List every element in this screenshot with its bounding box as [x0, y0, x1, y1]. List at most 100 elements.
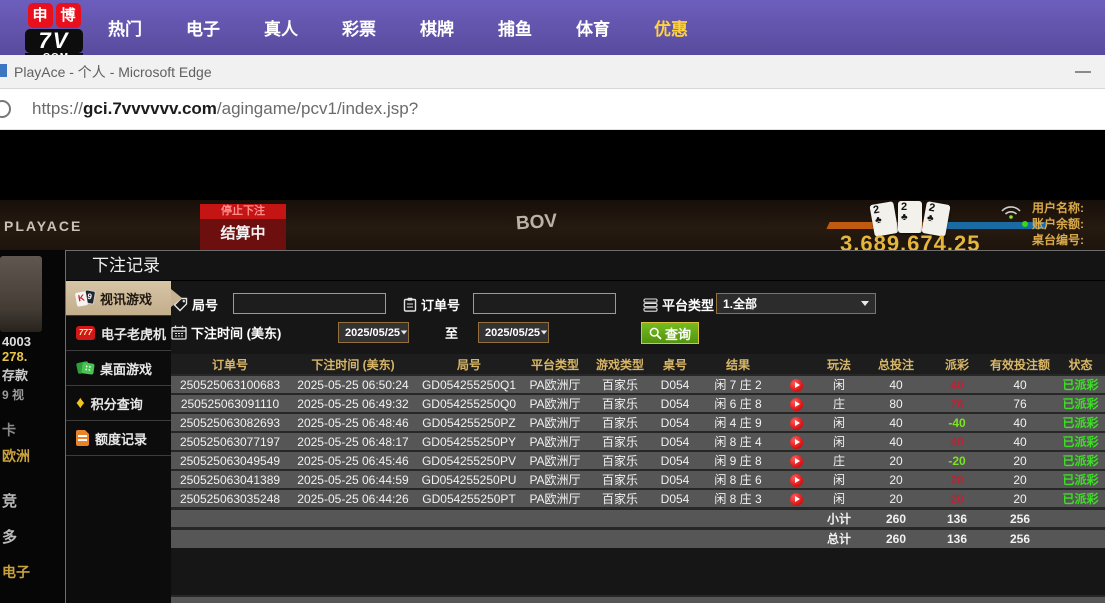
nav-item-hot[interactable]: 热门 — [108, 15, 142, 40]
date-from-select[interactable]: 2025/05/25 — [338, 322, 409, 343]
subtotal-label: 小计 — [815, 509, 863, 529]
order-number-input[interactable] — [473, 293, 616, 314]
cell-replay — [777, 394, 815, 413]
logo-badge-2: 博 — [56, 3, 81, 28]
bet-table-body: 250525063100683 2025-05-25 06:50:24 GD05… — [171, 375, 1105, 509]
cell-total: 40 — [863, 375, 929, 394]
sidebar-item-label: 桌面游戏 — [100, 359, 152, 378]
replay-button[interactable] — [790, 455, 803, 468]
cell-bet: 庄 — [815, 451, 863, 470]
nav-item-fishing[interactable]: 捕鱼 — [498, 15, 532, 40]
col-total: 总投注 — [863, 354, 929, 375]
col-payout: 派彩 — [929, 354, 985, 375]
cell-game: 百家乐 — [589, 413, 651, 432]
replay-button[interactable] — [790, 398, 803, 411]
table-row: 250525063049549 2025-05-25 06:45:46 GD05… — [171, 451, 1105, 470]
cell-time: 2025-05-25 06:48:46 — [289, 413, 417, 432]
subtotal-valid-bet: 256 — [985, 509, 1055, 529]
cell-total: 20 — [863, 470, 929, 489]
sidebar-item-points-query[interactable]: ♦ 积分查询 — [66, 386, 171, 421]
reload-icon[interactable] — [0, 100, 11, 118]
cell-round: GD054255250PV — [417, 451, 521, 470]
col-order: 订单号 — [171, 354, 289, 375]
search-icon — [649, 327, 662, 340]
replay-button[interactable] — [790, 474, 803, 487]
cell-bet: 闲 — [815, 489, 863, 509]
nav-item-sports[interactable]: 体育 — [576, 15, 610, 40]
col-time: 下注时间 (美东) — [289, 354, 417, 375]
search-button-label: 查询 — [665, 324, 691, 343]
cell-order: 250525063049549 — [171, 451, 289, 470]
search-button[interactable]: 查询 — [641, 322, 699, 344]
cell-table: D054 — [651, 375, 699, 394]
platform-type-select[interactable]: 1.全部 — [716, 293, 876, 314]
cell-order: 250525063041389 — [171, 470, 289, 489]
grand-total-total-bet: 260 — [863, 529, 929, 548]
bg-fragment: 多 — [2, 526, 17, 547]
cell-replay — [777, 470, 815, 489]
replay-button[interactable] — [790, 436, 803, 449]
cell-order: 250525063082693 — [171, 413, 289, 432]
url-text[interactable]: https://gci.7vvvvvv.com/agingame/pcv1/in… — [32, 99, 418, 119]
cell-status: 已派彩 — [1055, 451, 1105, 470]
cell-bet: 闲 — [815, 432, 863, 451]
table-row: 250525063077197 2025-05-25 06:48:17 GD05… — [171, 432, 1105, 451]
cell-platform: PA欧洲厅 — [521, 432, 589, 451]
nav-item-lottery[interactable]: 彩票 — [342, 15, 376, 40]
nav-item-slots[interactable]: 电子 — [186, 15, 220, 40]
cell-total: 20 — [863, 451, 929, 470]
cell-round: GD054255250PY — [417, 432, 521, 451]
nav-item-live[interactable]: 真人 — [264, 15, 298, 40]
col-valid: 有效投注额 — [985, 354, 1055, 375]
cell-bet: 闲 — [815, 413, 863, 432]
nav-item-cards[interactable]: 棋牌 — [420, 15, 454, 40]
playace-logo: PLAYACE — [4, 218, 82, 234]
sidebar-item-quota-records[interactable]: 额度记录 — [66, 421, 171, 456]
col-platform: 平台类型 — [521, 354, 589, 375]
online-dot — [1022, 221, 1028, 227]
col-result: 结果 — [699, 354, 777, 375]
cell-bet: 闲 — [815, 375, 863, 394]
url-bar[interactable]: https://gci.7vvvvvv.com/agingame/pcv1/in… — [0, 89, 1105, 130]
studio-label: BOV — [515, 211, 558, 236]
cell-result: 闲 8 庄 3 — [699, 489, 777, 509]
minimize-button[interactable] — [1075, 71, 1091, 73]
page-left-background: 4003278.存款9 视卡欧洲竞多电子 — [0, 250, 65, 603]
cell-total: 40 — [863, 432, 929, 451]
col-status: 状态 — [1055, 354, 1105, 375]
subtotal-payout: 136 — [929, 509, 985, 529]
bg-fragment: 欧洲 — [2, 446, 30, 466]
sidebar-item-live-games[interactable]: 9K 视讯游戏 — [66, 281, 171, 316]
bg-fragment: 278. — [2, 349, 27, 364]
order-filter-label: 订单号 — [403, 295, 460, 314]
cell-valid: 76 — [985, 394, 1055, 413]
logo-badge-1: 申 — [28, 3, 53, 28]
replay-button[interactable] — [790, 379, 803, 392]
cell-replay — [777, 432, 815, 451]
cell-replay — [777, 375, 815, 394]
cell-game: 百家乐 — [589, 375, 651, 394]
nav-item-promo[interactable]: 优惠 — [654, 15, 688, 40]
date-to-select[interactable]: 2025/05/25 — [478, 322, 549, 343]
cell-payout: 20 — [929, 470, 985, 489]
round-number-input[interactable] — [233, 293, 386, 314]
cell-status: 已派彩 — [1055, 375, 1105, 394]
diamond-icon: ♦ — [76, 395, 85, 411]
cell-valid: 20 — [985, 451, 1055, 470]
cell-platform: PA欧洲厅 — [521, 394, 589, 413]
cell-result: 闲 9 庄 8 — [699, 451, 777, 470]
replay-button[interactable] — [790, 493, 803, 506]
cell-platform: PA欧洲厅 — [521, 451, 589, 470]
bg-fragment: 9 视 — [2, 386, 24, 403]
empty-table-strip — [171, 595, 1105, 603]
replay-button[interactable] — [790, 417, 803, 430]
sidebar-item-table-games[interactable]: ∷ 桌面游戏 — [66, 351, 171, 386]
col-bet: 玩法 — [815, 354, 863, 375]
browser-window: 申 博 7V .COM 热门 电子 真人 彩票 棋牌 捕鱼 体育 优惠 Play… — [0, 0, 1105, 603]
cell-time: 2025-05-25 06:45:46 — [289, 451, 417, 470]
sidebar-item-slot-machines[interactable]: 777 电子老虎机 — [66, 316, 171, 351]
platform-type-value: 1.全部 — [723, 295, 757, 312]
cell-total: 20 — [863, 489, 929, 509]
site-logo[interactable]: 申 博 7V .COM — [25, 3, 83, 62]
bg-fragment: 竞 — [2, 490, 17, 511]
